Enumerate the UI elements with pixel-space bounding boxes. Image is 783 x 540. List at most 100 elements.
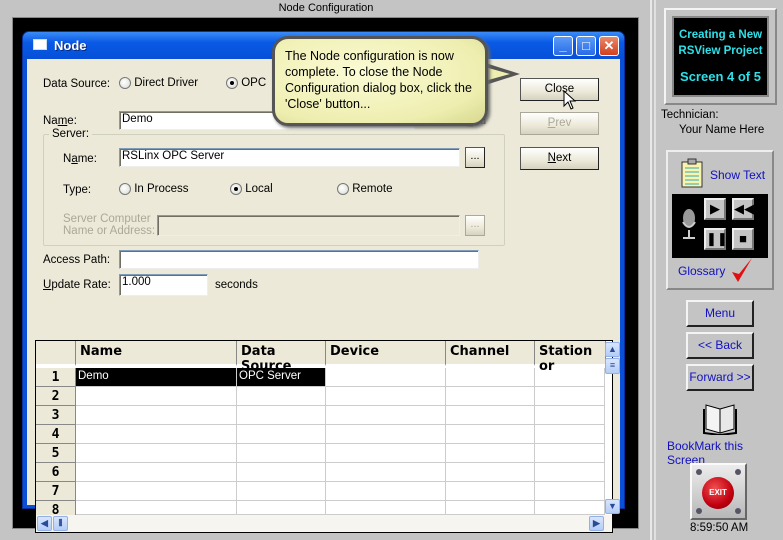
instruction-callout: The Node configuration is now complete. … xyxy=(272,36,488,126)
grid-cell[interactable] xyxy=(237,406,326,425)
grid-cell[interactable] xyxy=(535,444,605,463)
horizontal-scroll-thumb[interactable]: ⦀ xyxy=(53,516,68,531)
row-header[interactable]: 4 xyxy=(36,425,76,444)
grid-cell[interactable] xyxy=(237,444,326,463)
grid-cell[interactable] xyxy=(76,463,237,482)
grid-cell[interactable] xyxy=(535,406,605,425)
column-header-station[interactable]: Station or xyxy=(535,341,606,374)
column-header-name[interactable]: Name xyxy=(76,341,237,366)
grid-cell[interactable] xyxy=(535,482,605,501)
grid-cell[interactable] xyxy=(446,425,535,444)
radio-local[interactable]: Local xyxy=(230,183,273,195)
pause-button[interactable]: ❚❚ xyxy=(704,228,728,250)
row-header[interactable]: 5 xyxy=(36,444,76,463)
grid-cell[interactable] xyxy=(446,387,535,406)
radio-in-process[interactable]: In Process xyxy=(119,183,189,195)
menu-button[interactable]: Menu xyxy=(686,300,754,327)
audio-controls: ▶ ◀◀ ❚❚ ■ xyxy=(672,194,768,258)
scroll-up-button[interactable]: ▲ xyxy=(605,342,620,357)
grid-cell[interactable] xyxy=(326,368,446,387)
scroll-right-button[interactable]: ▶ xyxy=(589,516,604,531)
next-button[interactable]: Next xyxy=(520,147,599,170)
server-computer-input[interactable] xyxy=(157,215,460,236)
screen-counter: Screen 4 of 5 xyxy=(680,69,761,84)
grid-cell[interactable] xyxy=(76,425,237,444)
back-button[interactable]: << Back xyxy=(686,332,754,359)
minimize-button[interactable]: _ xyxy=(553,36,573,56)
grid-cell[interactable] xyxy=(237,425,326,444)
grid-cell[interactable] xyxy=(446,368,535,387)
window-close-button[interactable]: ✕ xyxy=(599,36,619,56)
grid-cell[interactable] xyxy=(237,501,326,515)
horizontal-scrollbar[interactable] xyxy=(36,515,612,532)
scroll-down-button[interactable]: ▼ xyxy=(605,499,620,514)
book-icon[interactable] xyxy=(703,403,737,435)
grid-cell[interactable] xyxy=(237,482,326,501)
technician-name: Your Name Here xyxy=(679,124,765,136)
grid-cell[interactable] xyxy=(446,463,535,482)
maximize-button[interactable]: □ xyxy=(576,36,596,56)
prev-button[interactable]: Prev xyxy=(520,112,599,135)
row-header[interactable]: 2 xyxy=(36,387,76,406)
grid-cell[interactable] xyxy=(326,387,446,406)
radio-direct-driver[interactable]: Direct Driver xyxy=(119,77,198,89)
grid-cell[interactable]: Demo xyxy=(76,368,237,387)
column-header-data-source[interactable]: Data Source xyxy=(237,341,326,374)
glossary-link[interactable]: Glossary xyxy=(678,264,725,278)
row-header[interactable]: 7 xyxy=(36,482,76,501)
column-header-device[interactable]: Device xyxy=(326,341,446,366)
radio-remote[interactable]: Remote xyxy=(337,183,392,195)
grid-cell[interactable]: OPC Server xyxy=(237,368,326,387)
close-button[interactable]: Close xyxy=(520,78,599,101)
server-browse-button[interactable]: ... xyxy=(465,147,485,168)
radio-opc[interactable]: OPC xyxy=(226,77,266,89)
maximize-icon: □ xyxy=(582,38,590,53)
column-header-channel[interactable]: Channel xyxy=(446,341,535,366)
server-computer-browse-button[interactable]: ... xyxy=(465,215,485,236)
grid-cell[interactable] xyxy=(326,406,446,425)
grid-cell[interactable] xyxy=(237,463,326,482)
grid-cell[interactable] xyxy=(446,444,535,463)
grid-cell[interactable] xyxy=(535,387,605,406)
update-rate-input[interactable]: 1.000 xyxy=(119,274,208,296)
grid-cell[interactable] xyxy=(237,387,326,406)
grid-cell[interactable] xyxy=(326,444,446,463)
screw-icon xyxy=(735,508,741,514)
play-button[interactable]: ▶ xyxy=(704,198,726,220)
scroll-left-button[interactable]: ◀ xyxy=(37,516,52,531)
grid-cell[interactable] xyxy=(76,482,237,501)
grid-cell[interactable] xyxy=(326,482,446,501)
grid-cell[interactable] xyxy=(446,482,535,501)
grid-cell[interactable] xyxy=(326,501,446,515)
update-rate-unit: seconds xyxy=(215,279,258,291)
data-source-label: Data Source: xyxy=(43,78,111,90)
grid-cell[interactable] xyxy=(326,425,446,444)
rewind-button[interactable]: ◀◀ xyxy=(732,198,754,220)
row-header[interactable]: 3 xyxy=(36,406,76,425)
row-header[interactable]: 6 xyxy=(36,463,76,482)
grid-cell[interactable] xyxy=(76,501,237,515)
stop-button[interactable]: ■ xyxy=(732,228,754,250)
grid-cell[interactable] xyxy=(76,387,237,406)
show-text-link[interactable]: Show Text xyxy=(710,168,765,182)
grid-cell[interactable] xyxy=(535,501,605,515)
forward-button[interactable]: Forward >> xyxy=(686,364,754,391)
grid-cell[interactable] xyxy=(326,463,446,482)
exit-panel: EXIT xyxy=(690,463,747,520)
grid-cell[interactable] xyxy=(446,406,535,425)
grid-cell[interactable] xyxy=(76,444,237,463)
grid-cell[interactable] xyxy=(446,501,535,515)
stop-icon: ■ xyxy=(739,231,747,246)
vertical-scroll-thumb[interactable]: ≡ xyxy=(605,358,620,374)
grid-cell[interactable] xyxy=(76,406,237,425)
access-path-input[interactable] xyxy=(119,250,479,269)
grid-cell[interactable] xyxy=(535,368,605,387)
grid-cell[interactable] xyxy=(535,425,605,444)
row-header[interactable]: 1 xyxy=(36,368,76,387)
next-underline: N xyxy=(547,152,556,164)
server-name-input[interactable]: RSLinx OPC Server xyxy=(119,148,460,167)
exit-button[interactable]: EXIT xyxy=(702,477,734,509)
radio-label: OPC xyxy=(241,77,267,90)
clipboard-icon[interactable] xyxy=(680,158,704,188)
grid-cell[interactable] xyxy=(535,463,605,482)
